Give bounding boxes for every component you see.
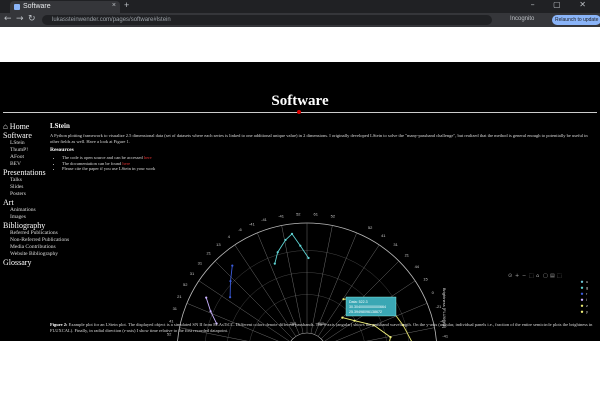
modebar-icon[interactable]: + <box>515 273 519 279</box>
sidebar-item-1[interactable]: Software <box>3 131 49 140</box>
modebar-icon[interactable]: ▢ <box>543 273 548 279</box>
tab-title: Software <box>23 3 51 10</box>
figure-caption: Figure 2: Example plot for an LStein plo… <box>50 322 595 333</box>
resource-item: Please cite the paper if you use LStein … <box>62 166 598 172</box>
tick-label: -41 <box>249 221 256 226</box>
sidebar-item-2[interactable]: Presentations <box>3 168 49 177</box>
plot-tooltip: Data: 522.330.304000000000066425.3949809… <box>345 296 397 317</box>
modebar-icon[interactable]: ▤ <box>550 273 555 279</box>
section-title: LStein <box>50 122 70 130</box>
legend-label-z: z <box>586 303 588 308</box>
tooltip-line: Data: 522.3 <box>349 300 368 304</box>
inner-arc <box>290 332 324 341</box>
tick-label: -21 <box>436 304 443 309</box>
tick-label: 21 <box>405 252 410 257</box>
modebar-icon[interactable]: ⬚ <box>557 273 562 279</box>
tick-label: 15 <box>423 276 428 281</box>
site-favicon-icon <box>14 4 20 10</box>
resource-text: Please cite the paper if you use LStein … <box>62 166 156 171</box>
address-bar[interactable]: lukassteinwender.com/pages/software#lste… <box>42 15 492 25</box>
tick-label: 52 <box>296 213 301 216</box>
tooltip-line: 30.3040000000000664 <box>349 305 386 309</box>
resource-text: The code is open source and can be acces… <box>62 155 144 160</box>
tick-label: 52 <box>183 282 188 287</box>
window-controls[interactable]: – ▢ ✕ <box>531 0 594 9</box>
relaunch-button[interactable]: Relaunch to update <box>552 15 600 25</box>
page-title: Software <box>271 93 329 109</box>
tick-label: 52 <box>331 213 336 218</box>
browser-tab-strip: Software × + – ▢ ✕ <box>0 0 600 13</box>
browser-viewport: Software ⌂ Home Software LStein ThumP! AFoot… <box>0 62 600 341</box>
resources-list: The code is open source and can be acces… <box>50 155 598 172</box>
tick-label: 13 <box>216 242 221 247</box>
url-text[interactable]: lukassteinwender.com/pages/software#lste… <box>52 15 171 25</box>
legend-label-u: u <box>586 279 588 284</box>
resources-heading: Resources <box>50 147 74 153</box>
tick-label: 31 <box>393 242 398 247</box>
tick-label: -6 <box>238 227 242 232</box>
sidebar-item-3[interactable]: Art <box>3 198 49 207</box>
legend-marker-z <box>580 304 584 307</box>
tooltip-line: 25.39498096138672 <box>349 310 382 314</box>
intro-paragraph: A Python plotting framework to visualize… <box>50 133 588 144</box>
tick-label: 44 <box>415 264 420 269</box>
tick-label: -41 <box>278 213 285 218</box>
sidebar-subitem-2-2[interactable]: Posters <box>3 191 49 198</box>
tick-label: 52 <box>368 225 373 230</box>
legend-label-i: i <box>586 297 587 302</box>
modebar-icon[interactable]: ⊙ <box>508 273 512 279</box>
tick-label: 31 <box>190 271 195 276</box>
legend-label-y: y <box>586 309 588 314</box>
docs-link[interactable]: here <box>122 161 130 166</box>
page: Software ⌂ Home Software LStein ThumP! AFoot… <box>0 89 600 341</box>
modebar-icon[interactable]: ⬚ <box>529 273 534 279</box>
sidebar-subitem-2-0[interactable]: Talks <box>3 177 49 184</box>
modebar-icon[interactable]: − <box>522 273 526 279</box>
sidebar-subitem-1-0[interactable]: LStein <box>3 140 49 147</box>
back-arrow-icon[interactable]: ← <box>4 14 12 24</box>
legend-marker-r <box>580 292 584 295</box>
browser-toolbar: ← → ↻ lukassteinwender.com/pages/softwar… <box>0 13 600 27</box>
legend-label-g: g <box>586 285 588 290</box>
sidebar-subitem-1-1[interactable]: ThumP! <box>3 147 49 154</box>
main-content: LStein A Python plotting framework to vi… <box>50 122 598 172</box>
tab-close-icon[interactable]: × <box>112 2 116 9</box>
modebar-icon[interactable]: ⌂ <box>536 273 539 279</box>
tick-label: 0 <box>432 290 435 295</box>
series-line-g <box>274 233 309 264</box>
sidebar-subitem-1-2[interactable]: AFoot <box>3 154 49 161</box>
plot-modebar[interactable]: ⊙ + − ⬚ ⌂ ▢ ▤ ⬚ <box>508 273 562 279</box>
caption-text: Example plot for an LStein plot. The dis… <box>50 322 593 333</box>
sidebar-item-0[interactable]: ⌂ Home <box>3 122 49 131</box>
legend-marker-g <box>580 286 584 289</box>
reload-icon[interactable]: ↻ <box>28 14 36 24</box>
forward-arrow-icon[interactable]: → <box>16 14 24 24</box>
incognito-label: Incognito <box>510 16 535 22</box>
code-link[interactable]: here <box>144 155 152 160</box>
tick-label: -41 <box>442 334 449 339</box>
tick-label: 21 <box>177 294 182 299</box>
legend-marker-u <box>580 280 584 283</box>
sidebar-subitem-2-1[interactable]: Slides <box>3 184 49 191</box>
tick-label: -41 <box>261 217 268 222</box>
tick-label: 31 <box>198 260 203 265</box>
tick-label: 21 <box>206 251 211 256</box>
browser-tab[interactable]: Software × <box>10 1 120 13</box>
tick-label: 61 <box>313 213 318 216</box>
sidebar-subitem-1-3[interactable]: BEV <box>3 161 49 168</box>
legend-marker-i <box>580 298 584 301</box>
resource-text: The documentation can be found <box>62 160 123 166</box>
legend-marker-y <box>580 310 584 313</box>
new-tab-button[interactable]: + <box>124 0 129 10</box>
tick-label: 31 <box>173 306 178 311</box>
plot-legend: ugrizy <box>580 279 588 314</box>
header-divider-dot <box>297 110 301 114</box>
caption-label: Figure 2: <box>50 322 68 327</box>
legend-label-r: r <box>586 291 588 296</box>
tick-label: 4 <box>228 234 231 239</box>
tick-label: 41 <box>381 233 386 238</box>
